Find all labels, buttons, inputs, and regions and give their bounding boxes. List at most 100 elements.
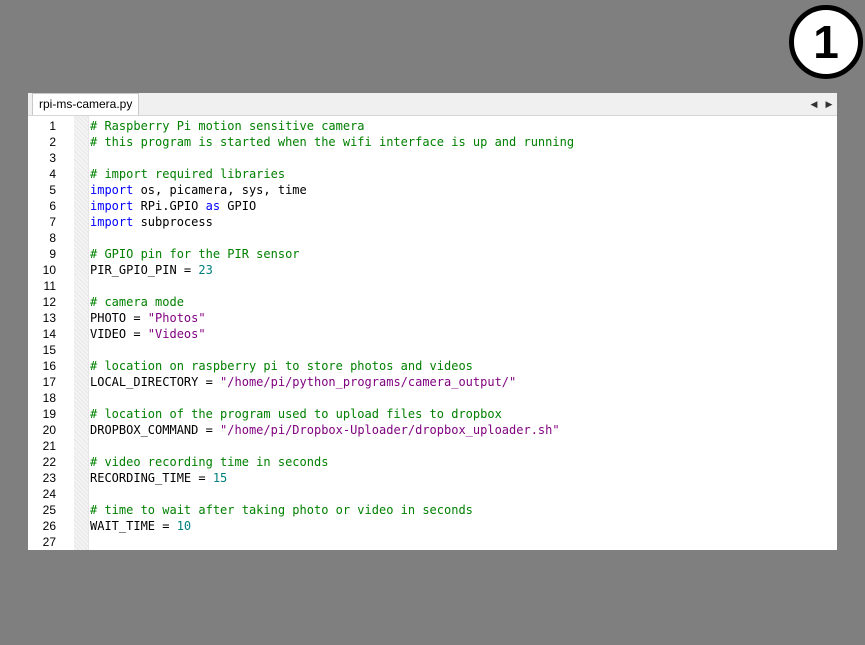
code-line[interactable]: 25 # time to wait after taking photo or v…: [28, 502, 837, 518]
line-number: 4: [49, 167, 56, 181]
code-line[interactable]: 21: [28, 438, 837, 454]
line-number: 13: [42, 311, 56, 325]
code-content: # location of the program used to upload…: [90, 406, 502, 422]
code-line[interactable]: 11: [28, 278, 837, 294]
code-content: # camera mode: [90, 294, 184, 310]
line-number: 15: [42, 343, 56, 357]
code-line[interactable]: 4 # import required libraries: [28, 166, 837, 182]
code-content: import RPi.GPIO as GPIO: [90, 198, 256, 214]
code-line[interactable]: 27: [28, 534, 837, 550]
line-number: 10: [42, 263, 56, 277]
code-content: # this program is started when the wifi …: [90, 134, 574, 150]
code-content: VIDEO = "Videos": [90, 326, 206, 342]
code-line[interactable]: 16 # location on raspberry pi to store ph…: [28, 358, 837, 374]
tab-scroll-left-icon[interactable]: ◀: [808, 97, 820, 111]
code-line[interactable]: 6 import RPi.GPIO as GPIO: [28, 198, 837, 214]
code-token-number: 15: [212, 471, 228, 485]
code-content: PIR_GPIO_PIN = 23: [90, 262, 213, 278]
line-number: 12: [42, 295, 56, 309]
code-token-comment: # location on raspberry pi to store phot…: [90, 359, 473, 373]
code-token-keyword: import: [90, 183, 134, 197]
line-number: 21: [42, 439, 56, 453]
line-number: 20: [42, 423, 56, 437]
code-line[interactable]: 14 VIDEO = "Videos": [28, 326, 837, 342]
code-token-plain: os, picamera, sys, time: [133, 183, 307, 197]
line-number: 9: [49, 247, 56, 261]
code-token-plain: RPi.GPIO: [133, 199, 206, 213]
code-token-string: "Videos": [147, 327, 206, 341]
code-content: import os, picamera, sys, time: [90, 182, 307, 198]
line-number: 7: [49, 215, 56, 229]
line-number: 11: [43, 279, 56, 293]
line-number: 22: [42, 455, 56, 469]
code-token-string: "/home/pi/Dropbox-Uploader/dropbox_uploa…: [220, 423, 560, 437]
code-line[interactable]: 23 RECORDING_TIME = 15: [28, 470, 837, 486]
code-token-number: 23: [198, 263, 213, 277]
code-content: # GPIO pin for the PIR sensor: [90, 246, 300, 262]
code-line[interactable]: 15: [28, 342, 837, 358]
line-number: 24: [42, 487, 56, 501]
line-number: 1: [49, 119, 56, 133]
code-token-keyword: as: [205, 199, 221, 213]
line-number: 27: [42, 535, 56, 549]
line-number: 6: [49, 199, 56, 213]
code-content: RECORDING_TIME = 15: [90, 470, 227, 486]
code-line[interactable]: 26 WAIT_TIME = 10: [28, 518, 837, 534]
line-number: 2: [49, 135, 56, 149]
line-number: 19: [42, 407, 56, 421]
code-token-plain: VIDEO =: [90, 327, 148, 341]
code-line[interactable]: 8: [28, 230, 837, 246]
line-number: 8: [49, 231, 56, 245]
code-token-number: 10: [176, 519, 192, 533]
code-text-area[interactable]: 1 # Raspberry Pi motion sensitive camera 2…: [28, 118, 837, 550]
tab-scroll-right-icon[interactable]: ▶: [823, 97, 835, 111]
code-line[interactable]: 18: [28, 390, 837, 406]
code-content: WAIT_TIME = 10: [90, 518, 191, 534]
code-content: # time to wait after taking photo or vid…: [90, 502, 473, 518]
code-line[interactable]: 9 # GPIO pin for the PIR sensor: [28, 246, 837, 262]
line-number: 3: [49, 151, 56, 165]
code-content: LOCAL_DIRECTORY = "/home/pi/python_progr…: [90, 374, 516, 390]
code-line[interactable]: 3: [28, 150, 837, 166]
code-token-string: "/home/pi/python_programs/camera_output/…: [220, 375, 517, 389]
line-number: 18: [42, 391, 56, 405]
code-token-comment: # video recording time in seconds: [90, 455, 329, 469]
code-line[interactable]: 19 # location of the program used to uplo…: [28, 406, 837, 422]
line-number: 14: [42, 327, 56, 341]
code-token-plain: subprocess: [133, 215, 213, 229]
code-token-comment: # this program is started when the wifi …: [90, 135, 575, 149]
code-token-comment: # camera mode: [90, 295, 184, 309]
code-line[interactable]: 17 LOCAL_DIRECTORY = "/home/pi/python_pro…: [28, 374, 837, 390]
code-token-comment: # import required libraries: [90, 167, 286, 181]
code-content: PHOTO = "Photos": [90, 310, 206, 326]
code-editor[interactable]: rpi-ms-camera.py ◀ ▶ 1 # Raspberry Pi mot…: [28, 93, 837, 550]
code-line[interactable]: 7 import subprocess: [28, 214, 837, 230]
code-line[interactable]: 22 # video recording time in seconds: [28, 454, 837, 470]
code-token-plain: GPIO: [220, 199, 257, 213]
code-token-comment: # time to wait after taking photo or vid…: [90, 503, 473, 517]
code-line[interactable]: 5 import os, picamera, sys, time: [28, 182, 837, 198]
code-token-keyword: import: [90, 215, 134, 229]
tab-rpi-ms-camera[interactable]: rpi-ms-camera.py: [32, 93, 140, 115]
code-token-plain: PIR_GPIO_PIN =: [90, 263, 199, 277]
code-line[interactable]: 10 PIR_GPIO_PIN = 23: [28, 262, 837, 278]
line-number: 26: [42, 519, 56, 533]
code-content: DROPBOX_COMMAND = "/home/pi/Dropbox-Uplo…: [90, 422, 560, 438]
code-token-plain: DROPBOX_COMMAND =: [90, 423, 221, 437]
code-token-string: "Photos": [147, 311, 206, 325]
line-number: 5: [49, 183, 56, 197]
step-number-badge: 1: [789, 5, 863, 79]
line-number: 23: [42, 471, 56, 485]
code-token-plain: PHOTO =: [90, 311, 148, 325]
code-line[interactable]: 1 # Raspberry Pi motion sensitive camera: [28, 118, 837, 134]
code-line[interactable]: 12 # camera mode: [28, 294, 837, 310]
line-number: 16: [42, 359, 56, 373]
code-line[interactable]: 13 PHOTO = "Photos": [28, 310, 837, 326]
code-line[interactable]: 24: [28, 486, 837, 502]
line-number: 25: [42, 503, 56, 517]
code-token-plain: WAIT_TIME =: [90, 519, 177, 533]
code-content: # import required libraries: [90, 166, 285, 182]
code-token-plain: LOCAL_DIRECTORY =: [90, 375, 221, 389]
code-line[interactable]: 2 # this program is started when the wifi…: [28, 134, 837, 150]
code-line[interactable]: 20 DROPBOX_COMMAND = "/home/pi/Dropbox-Up…: [28, 422, 837, 438]
